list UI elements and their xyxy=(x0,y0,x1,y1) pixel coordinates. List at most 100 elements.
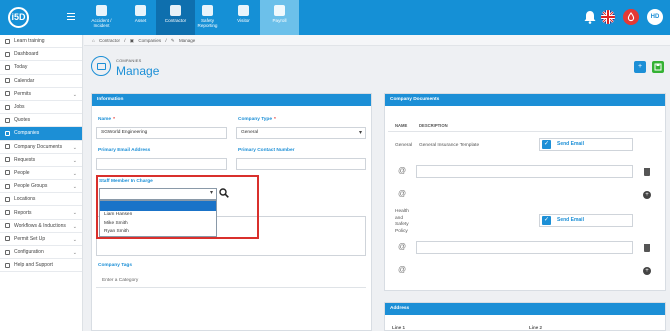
home-icon[interactable]: ⌂ xyxy=(92,38,95,43)
crumb-manage: Manage xyxy=(178,38,196,43)
sidebar-item-icon xyxy=(5,249,10,255)
sidebar-item-workflows-inductions[interactable]: Workflows & Inductions ⌄ xyxy=(0,220,82,233)
nav-accident-incident[interactable]: Accident / Incident xyxy=(82,0,121,35)
sidebar-item-icon xyxy=(5,130,10,136)
sidebar-item-company-documents[interactable]: Company Documents ⌄ xyxy=(0,141,82,154)
page-title: Manage xyxy=(116,64,160,78)
sidebar-item-icon xyxy=(5,78,10,84)
sidebar-item-label: Permits xyxy=(14,90,31,97)
name-label: Name * xyxy=(98,117,115,122)
sidebar-item-label: Reports xyxy=(14,209,32,216)
sidebar-item-dashboard[interactable]: Dashboard xyxy=(0,48,82,62)
sidebar-item-requests[interactable]: Requests ⌄ xyxy=(0,154,82,167)
sidebar-item-today[interactable]: Today xyxy=(0,61,82,75)
send-email-1[interactable]: Send Email xyxy=(539,138,633,151)
col-description: DESCRIPTION xyxy=(419,123,448,128)
sidebar-item-label: Help and Support xyxy=(14,262,53,269)
sidebar-item-icon xyxy=(5,170,10,176)
user-avatar[interactable]: HD xyxy=(647,9,663,25)
crumb-contractor[interactable]: Contractor xyxy=(99,38,120,43)
chevron-down-icon: ⌄ xyxy=(72,91,77,98)
sidebar-item-people-groups[interactable]: People Groups ⌄ xyxy=(0,180,82,194)
nav-visitor[interactable]: Visitor xyxy=(224,0,263,35)
sidebar-item-label: Configuration xyxy=(14,249,44,256)
app-logo[interactable]: i5D xyxy=(8,7,29,28)
name-input[interactable]: SGWorld Engineering xyxy=(96,127,227,139)
breadcrumb: ⌂ Contractor / ▣ Companies / ✎ Manage xyxy=(84,35,670,46)
add-recipient-icon[interactable]: + xyxy=(643,267,651,275)
nav-payroll[interactable]: Payroll xyxy=(260,0,299,35)
safety-icon xyxy=(202,5,213,16)
sidebar-item-permits[interactable]: Permits ⌄ xyxy=(0,88,82,101)
at-icon: @ xyxy=(398,189,407,198)
send-email-2[interactable]: Send Email xyxy=(539,214,633,227)
email-recipient-input[interactable] xyxy=(416,241,633,254)
at-icon: @ xyxy=(398,166,407,175)
sidebar-item-reports[interactable]: Reports ⌄ xyxy=(0,206,82,220)
crumb-companies[interactable]: Companies xyxy=(138,38,161,43)
chevron-down-icon: ⌄ xyxy=(72,184,77,191)
sidebar-item-jobs[interactable]: Jobs xyxy=(0,101,82,115)
sidebar-item-icon xyxy=(5,210,10,216)
sidebar-item-permit-set-up[interactable]: Permit Set Up ⌄ xyxy=(0,233,82,246)
save-icon xyxy=(654,63,662,71)
top-bar: i5D Accident / Incident Asset Contractor… xyxy=(0,0,670,35)
trash-icon[interactable] xyxy=(644,168,650,176)
sidebar-item-label: People Groups xyxy=(14,183,48,190)
doc-row1-desc: General Insurance Template xyxy=(419,143,480,148)
bell-icon[interactable] xyxy=(584,9,596,25)
send-email-1-checkbox[interactable]: ✓ xyxy=(542,140,551,149)
sidebar-item-icon xyxy=(5,51,10,57)
email-recipient-input[interactable] xyxy=(416,165,633,178)
trash-icon[interactable] xyxy=(644,244,650,252)
sidebar-item-people[interactable]: People ⌄ xyxy=(0,167,82,181)
visitor-icon xyxy=(238,5,249,16)
nav-safety-reporting[interactable]: Safety Reporting xyxy=(188,0,227,35)
sidebar-item-quotes[interactable]: Quotes xyxy=(0,114,82,128)
email-label: Primary Email Address xyxy=(98,148,151,153)
add-recipient-icon[interactable]: + xyxy=(643,191,651,199)
sidebar-item-label: Requests xyxy=(14,156,36,163)
sidebar-item-locations[interactable]: Locations xyxy=(0,193,82,207)
address-panel: Address xyxy=(384,302,666,331)
email-input[interactable] xyxy=(96,158,227,170)
sidebar-item-label: Calendar xyxy=(14,77,35,84)
at-icon: @ xyxy=(398,265,407,274)
staff-option[interactable]: Ryan Smith xyxy=(100,228,216,237)
sidebar-item-learn-training[interactable]: Learn training xyxy=(0,35,82,49)
save-button[interactable] xyxy=(652,61,664,73)
chevron-down-icon: ⌄ xyxy=(72,223,77,230)
uk-flag-icon[interactable] xyxy=(601,10,615,24)
nav-asset[interactable]: Asset xyxy=(121,0,160,35)
chevron-down-icon: ⌄ xyxy=(72,157,77,164)
sidebar-item-icon xyxy=(5,183,10,189)
staff-option[interactable]: Mike Smith xyxy=(100,220,216,229)
staff-select[interactable] xyxy=(99,188,217,200)
sidebar-item-help-and-support[interactable]: Help and Support xyxy=(0,259,82,273)
search-icon[interactable] xyxy=(219,188,229,198)
sidebar-item-icon xyxy=(5,236,10,242)
contact-input[interactable] xyxy=(236,158,366,170)
staff-option[interactable]: Liam Hansen xyxy=(100,211,216,220)
tags-input[interactable]: Enter a Category xyxy=(102,278,138,283)
sidebar-item-icon xyxy=(5,262,10,268)
sidebar-item-companies[interactable]: Companies xyxy=(0,127,82,141)
company-type-select[interactable]: General xyxy=(236,127,366,139)
sidebar-item-configuration[interactable]: Configuration ⌄ xyxy=(0,246,82,260)
alert-icon[interactable] xyxy=(623,9,639,25)
sidebar-item-label: Permit Set Up xyxy=(14,235,46,242)
sidebar-item-label: Learn training xyxy=(14,38,45,45)
send-email-2-checkbox[interactable]: ✓ xyxy=(542,216,551,225)
staff-option-blank[interactable] xyxy=(100,201,216,211)
tags-divider xyxy=(96,287,366,288)
sidebar-item-calendar[interactable]: Calendar xyxy=(0,75,82,88)
company-page-icon xyxy=(91,56,111,76)
page-kicker: COMPANIES xyxy=(116,58,142,63)
doc-row2-name: Health and Safety Policy xyxy=(395,209,409,234)
add-button[interactable]: + xyxy=(634,61,646,73)
menu-icon[interactable] xyxy=(67,13,75,21)
sidebar-item-label: Companies xyxy=(14,130,40,137)
sidebar-item-label: Company Documents xyxy=(14,143,63,150)
sidebar-item-icon xyxy=(5,38,10,44)
sidebar-item-label: Locations xyxy=(14,196,36,203)
